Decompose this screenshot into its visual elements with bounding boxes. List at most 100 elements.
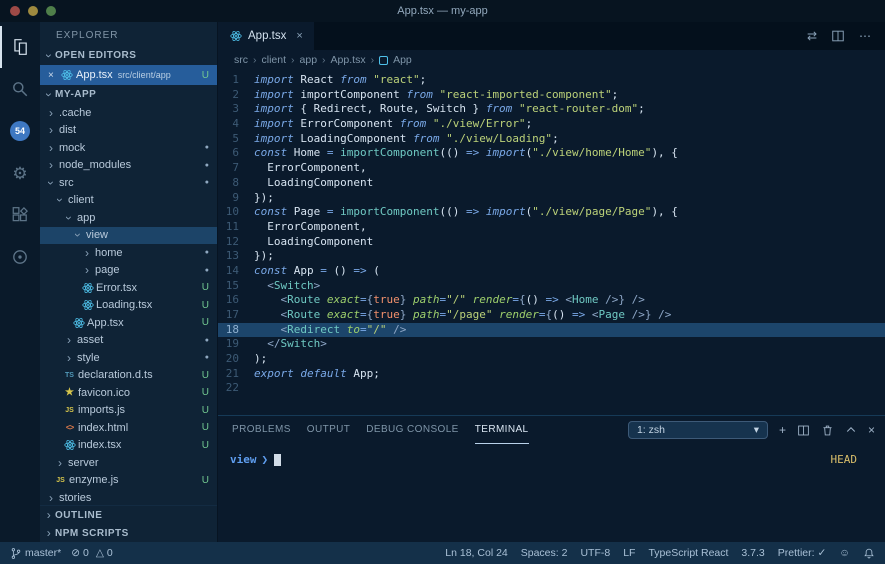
breadcrumb-item[interactable]: app — [300, 54, 318, 66]
status-item[interactable]: Ln 18, Col 24 — [445, 547, 507, 559]
trash-icon[interactable] — [821, 424, 834, 437]
breadcrumb-item[interactable]: src — [234, 54, 248, 66]
tree-item-style[interactable]: › style ● — [40, 349, 217, 367]
code-line-9[interactable]: 9}); — [218, 191, 885, 206]
notifications-bell-icon[interactable] — [863, 547, 875, 560]
tree-item-view[interactable]: › view — [40, 226, 217, 244]
status-item[interactable]: UTF-8 — [580, 547, 610, 559]
code-line-15[interactable]: 15 <Switch> — [218, 279, 885, 294]
search-icon[interactable] — [0, 68, 40, 110]
code-editor[interactable]: 1 import React from "react"; 2 import impor… — [218, 70, 885, 415]
code-line-12[interactable]: 12 LoadingComponent — [218, 235, 885, 250]
extensions-icon[interactable] — [0, 194, 40, 236]
tree-item-index-tsx[interactable]: index.tsx U — [40, 437, 217, 455]
problems-indicator[interactable]: ⊘ 0 △ 0 — [71, 547, 113, 559]
line-number: 15 — [225, 278, 239, 292]
gear-icon[interactable]: ⚙ — [0, 152, 40, 194]
panel-tab-debug-console[interactable]: DEBUG CONSOLE — [366, 416, 458, 444]
tree-item-page[interactable]: › page ● — [40, 262, 217, 280]
outline-section-header[interactable]: › OUTLINE — [40, 506, 217, 524]
code-line-18[interactable]: 18 <Redirect to="/" /> — [218, 322, 885, 338]
tree-item-enzyme-js[interactable]: JS enzyme.js U — [40, 472, 217, 490]
panel-tab-output[interactable]: OUTPUT — [307, 416, 351, 444]
code-line-11[interactable]: 11 ErrorComponent, — [218, 220, 885, 235]
tree-item-app[interactable]: › app — [40, 209, 217, 227]
terminal-shell-select[interactable]: 1: zsh ▾ — [627, 421, 768, 439]
breadcrumb-item[interactable]: App — [393, 54, 412, 66]
tree-item-label: Loading.tsx — [96, 299, 153, 312]
chevron-right-icon: › — [49, 158, 53, 173]
code-line-3[interactable]: 3 import { Redirect, Route, Switch } from… — [218, 102, 885, 117]
code-line-2[interactable]: 2 import importComponent from "react-impo… — [218, 88, 885, 103]
source-control-icon[interactable]: 54 — [0, 110, 40, 152]
tab-app-tsx[interactable]: App.tsx × — [218, 22, 314, 50]
code-line-21[interactable]: 21 export default App; — [218, 367, 885, 382]
tree-item-dist[interactable]: › dist — [40, 122, 217, 140]
compare-changes-icon[interactable]: ⇄ — [807, 29, 817, 43]
tree-item-server[interactable]: › server — [40, 454, 217, 472]
status-item[interactable]: 3.7.3 — [741, 547, 764, 559]
breadcrumb-item[interactable]: client — [262, 54, 287, 66]
code-line-16[interactable]: 16 <Route exact={true} path="/" render={… — [218, 293, 885, 308]
tree-item-loading-tsx[interactable]: Loading.tsx U — [40, 297, 217, 315]
minimize-traffic-light-icon[interactable] — [28, 6, 38, 16]
panel-tab-terminal[interactable]: TERMINAL — [474, 416, 529, 444]
close-traffic-light-icon[interactable] — [10, 6, 20, 16]
code-line-20[interactable]: 20); — [218, 352, 885, 367]
npm-scripts-section-header[interactable]: › NPM SCRIPTS — [40, 524, 217, 542]
code-line-7[interactable]: 7 ErrorComponent, — [218, 161, 885, 176]
code-line-17[interactable]: 17 <Route exact={true} path="/page" rend… — [218, 308, 885, 323]
code-line-1[interactable]: 1 import React from "react"; — [218, 73, 885, 88]
tree-item-declaration-d-ts[interactable]: TS declaration.d.ts U — [40, 367, 217, 385]
code-line-8[interactable]: 8 LoadingComponent — [218, 176, 885, 191]
close-icon[interactable]: × — [296, 30, 302, 42]
maximize-panel-icon[interactable] — [845, 424, 857, 436]
tree-item-home[interactable]: › home ● — [40, 244, 217, 262]
code-line-5[interactable]: 5 import LoadingComponent from "./view/Lo… — [218, 132, 885, 147]
tree-item-src[interactable]: › src ● — [40, 174, 217, 192]
feedback-smiley-icon[interactable]: ☺ — [839, 547, 850, 559]
terminal[interactable]: view ❯ HEAD — [218, 444, 885, 542]
status-item[interactable]: Spaces: 2 — [521, 547, 568, 559]
tree-item-error-tsx[interactable]: Error.tsx U — [40, 279, 217, 297]
open-editor-item[interactable]: × App.tsx src/client/app U — [40, 65, 217, 85]
code-line-13[interactable]: 13}); — [218, 249, 885, 264]
more-actions-icon[interactable]: ⋯ — [859, 29, 871, 43]
tree-item-app-tsx[interactable]: App.tsx U — [40, 314, 217, 332]
tree-item-label: dist — [59, 124, 77, 137]
code-line-10[interactable]: 10 const Page = importComponent(() => imp… — [218, 205, 885, 220]
project-section-header[interactable]: › MY-APP — [40, 85, 217, 104]
code-text: const Home = importComponent(() => impor… — [254, 146, 678, 160]
panel-tab-problems[interactable]: PROBLEMS — [232, 416, 291, 444]
tree-item-asset[interactable]: › asset ● — [40, 332, 217, 350]
new-terminal-icon[interactable]: + — [779, 423, 786, 437]
tree-item-mock[interactable]: › mock ● — [40, 139, 217, 157]
html-icon: <> — [65, 423, 74, 433]
split-terminal-icon[interactable] — [797, 424, 810, 437]
code-line-6[interactable]: 6 const Home = importComponent(() => impo… — [218, 146, 885, 161]
close-panel-icon[interactable]: × — [868, 423, 875, 437]
status-item[interactable]: TypeScript React — [648, 547, 728, 559]
tree-item-node-modules[interactable]: › node_modules ● — [40, 157, 217, 175]
circle-tool-icon[interactable] — [0, 236, 40, 278]
shell-select-value: 1: zsh — [636, 424, 665, 436]
code-line-22[interactable]: 22 — [218, 381, 885, 396]
breadcrumb-item[interactable]: App.tsx — [331, 54, 366, 66]
open-editors-section-header[interactable]: › OPEN EDITORS — [40, 46, 217, 65]
code-line-14[interactable]: 14 const App = () => ( — [218, 264, 885, 279]
tree-item-client[interactable]: › client — [40, 192, 217, 210]
tree-item-stories[interactable]: › stories — [40, 489, 217, 505]
status-item[interactable]: Prettier: ✓ — [778, 547, 826, 559]
tree-item-favicon-ico[interactable]: ★ favicon.ico U — [40, 384, 217, 402]
code-line-19[interactable]: 19 </Switch> — [218, 337, 885, 352]
maximize-traffic-light-icon[interactable] — [46, 6, 56, 16]
status-item[interactable]: LF — [623, 547, 635, 559]
explorer-icon[interactable] — [0, 26, 40, 68]
tree-item-index-html[interactable]: <> index.html U — [40, 419, 217, 437]
close-icon[interactable]: × — [48, 70, 60, 81]
tree-item-imports-js[interactable]: JS imports.js U — [40, 402, 217, 420]
git-branch-indicator[interactable]: master* — [10, 547, 61, 560]
code-line-4[interactable]: 4 import ErrorComponent from "./view/Erro… — [218, 117, 885, 132]
split-editor-icon[interactable] — [831, 29, 845, 43]
tree-item--cache[interactable]: › .cache — [40, 104, 217, 122]
